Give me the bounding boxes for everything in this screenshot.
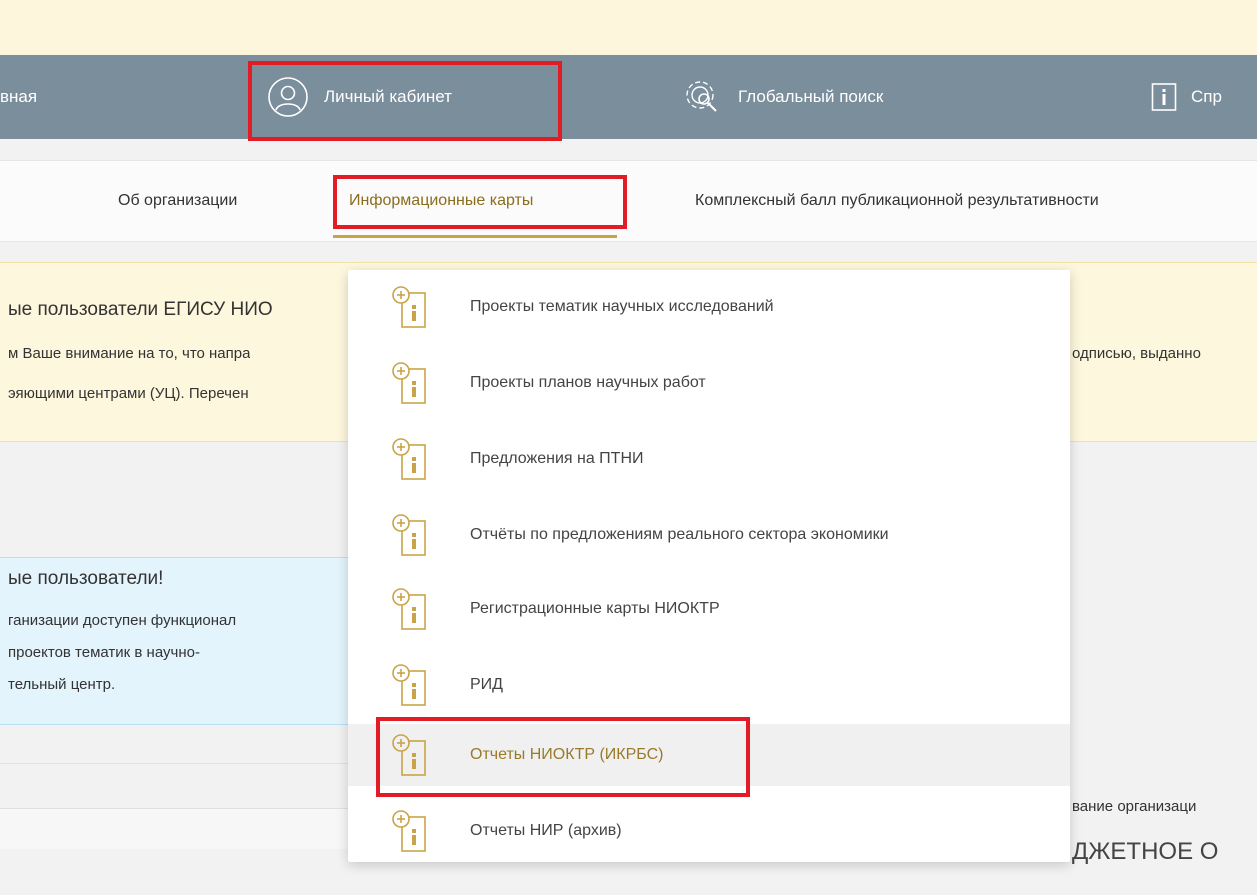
main-navigation: вная Личный кабинет Глобальный поиск Спр	[0, 55, 1257, 139]
notice-egisu-line1-right: одписью, выданно	[1072, 345, 1201, 362]
notice-egisu-line2-left: эяющими центрами (УЦ). Перечен	[8, 385, 249, 402]
tab-info-cards-label: Информационные карты	[349, 192, 534, 209]
dropdown-item-label: Отчёты по предложениям реального сектора…	[470, 526, 889, 543]
background-row	[0, 809, 352, 849]
notice-users-line3: тельный центр.	[8, 676, 116, 693]
dropdown-item-research-plans[interactable]: Проекты планов научных работ	[348, 352, 1070, 414]
info-card-icon	[388, 359, 428, 407]
dropdown-item-label: Отчеты НИОКТР (ИКРБС)	[470, 746, 664, 763]
user-icon	[266, 75, 310, 119]
info-card-icon	[388, 731, 428, 779]
dropdown-item-label: Регистрационные карты НИОКТР	[470, 600, 720, 617]
dropdown-item-rid[interactable]: РИД	[348, 654, 1070, 716]
information-cards-dropdown: Проекты тематик научных исследований Про…	[348, 270, 1070, 862]
gear-search-icon	[680, 75, 724, 119]
info-card-icon	[388, 585, 428, 633]
nav-global-search[interactable]: Глобальный поиск	[680, 55, 883, 139]
info-card-icon	[388, 283, 428, 331]
notice-panel-users: ые пользователи! ганизации доступен функ…	[0, 557, 353, 725]
dropdown-item-ptni-proposals[interactable]: Предложения на ПТНИ	[348, 428, 1070, 490]
bg-org-name-value: ДЖЕТНОЕ О	[1072, 838, 1219, 865]
nav-personal-cabinet[interactable]: Личный кабинет	[266, 55, 452, 139]
nav-global-search-label: Глобальный поиск	[738, 87, 884, 106]
dropdown-item-label: Предложения на ПТНИ	[470, 450, 644, 467]
info-icon	[1151, 82, 1177, 112]
nav-help-label: Спр	[1191, 87, 1222, 106]
dropdown-item-real-sector-reports[interactable]: Отчёты по предложениям реального сектора…	[348, 504, 1070, 566]
nav-home-label: вная	[0, 87, 38, 106]
bg-org-name-label: вание организаци	[1072, 798, 1197, 815]
dropdown-item-registration-cards[interactable]: Регистрационные карты НИОКТР	[348, 578, 1070, 640]
notice-egisu-line1-left: м Ваше внимание на то, что напра	[8, 345, 251, 362]
dropdown-item-research-topics[interactable]: Проекты тематик научных исследований	[348, 276, 1070, 338]
info-card-icon	[388, 807, 428, 855]
dropdown-item-nir-reports-archive[interactable]: Отчеты НИР (архив)	[348, 800, 1070, 862]
info-card-icon	[388, 435, 428, 483]
nav-home[interactable]: вная	[0, 55, 37, 139]
dropdown-item-label: Отчеты НИР (архив)	[470, 822, 622, 839]
info-card-icon	[388, 511, 428, 559]
tab-complex-score-label: Комплексный балл публикационной результа…	[695, 192, 1099, 209]
dropdown-item-niokr-reports-ikrbs[interactable]: Отчеты НИОКТР (ИКРБС)	[348, 724, 1070, 786]
nav-personal-cabinet-label: Личный кабинет	[324, 87, 452, 106]
dropdown-item-label: Проекты тематик научных исследований	[470, 298, 774, 315]
tab-complex-score[interactable]: Комплексный балл публикационной результа…	[695, 161, 1099, 241]
active-tab-underline	[333, 235, 617, 238]
tab-about-label: Об организации	[118, 192, 238, 209]
dropdown-item-label: РИД	[470, 676, 504, 693]
divider-line	[0, 763, 352, 764]
notice-users-title: ые пользователи!	[8, 568, 164, 589]
notice-users-line1: ганизации доступен функционал	[8, 612, 237, 629]
top-announcement-strip	[0, 0, 1257, 55]
nav-help[interactable]: Спр	[1151, 55, 1222, 139]
tab-about-organization[interactable]: Об организации	[118, 161, 237, 241]
tab-information-cards[interactable]: Информационные карты	[349, 161, 533, 241]
tabs-bar: Об организации Информационные карты Комп…	[0, 160, 1257, 242]
dropdown-item-label: Проекты планов научных работ	[470, 374, 706, 391]
notice-egisu-title: ые пользователи ЕГИСУ НИО	[8, 299, 273, 320]
notice-users-line2: проектов тематик в научно-	[8, 644, 200, 661]
info-card-icon	[388, 661, 428, 709]
